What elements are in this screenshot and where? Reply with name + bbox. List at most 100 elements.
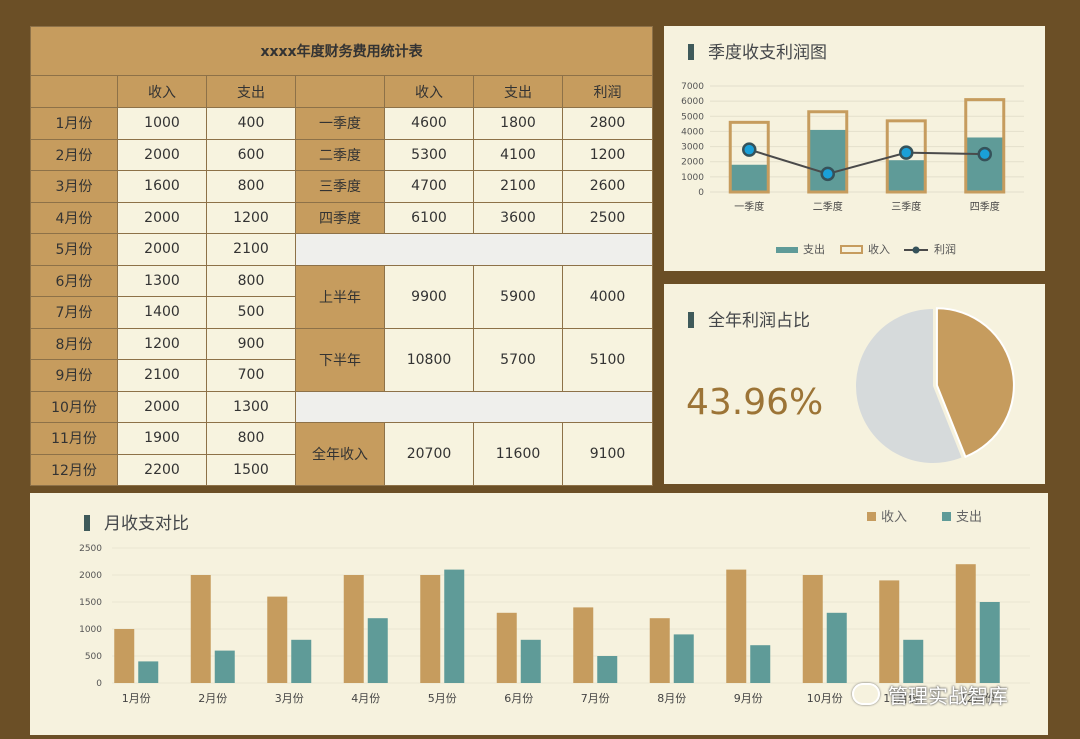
table-row: 5月份 2000 2100 bbox=[30, 233, 654, 266]
expense-bar bbox=[965, 137, 1004, 192]
x-tick-label: 2月份 bbox=[198, 692, 227, 705]
month-income: 1200 bbox=[117, 327, 207, 360]
month-label: 7月份 bbox=[30, 296, 118, 329]
profit-share-panel: 全年利润占比 43.96% bbox=[664, 284, 1045, 484]
watermark: 管理实战智库 bbox=[852, 680, 1008, 709]
income-bar bbox=[496, 612, 517, 683]
x-tick-label: 二季度 bbox=[813, 200, 843, 213]
y-tick-label: 2000 bbox=[79, 571, 102, 581]
quarter-income: 4700 bbox=[384, 170, 474, 203]
expense-bar bbox=[214, 650, 235, 683]
y-tick-label: 7000 bbox=[681, 82, 704, 92]
x-tick-label: 8月份 bbox=[657, 692, 686, 705]
quarter-expense: 2100 bbox=[473, 170, 563, 203]
income-bar bbox=[190, 575, 211, 683]
quarter-label: 四季度 bbox=[295, 201, 385, 234]
y-tick-label: 500 bbox=[85, 652, 102, 662]
x-tick-label: 4月份 bbox=[351, 692, 380, 705]
month-expense: 600 bbox=[206, 138, 296, 171]
month-expense: 1500 bbox=[206, 453, 296, 486]
y-tick-label: 6000 bbox=[681, 97, 704, 107]
header-expense: 支出 bbox=[206, 75, 296, 108]
header-expense-2: 支出 bbox=[473, 75, 563, 108]
half-income: 10800 bbox=[384, 327, 474, 392]
quarter-expense: 4100 bbox=[473, 138, 563, 171]
table-row: 4月份 2000 1200 四季度 6100 3600 2500 bbox=[30, 201, 654, 234]
x-tick-label: 5月份 bbox=[428, 692, 457, 705]
month-income: 2000 bbox=[117, 233, 207, 266]
y-tick-label: 0 bbox=[96, 679, 102, 689]
y-tick-label: 0 bbox=[698, 188, 704, 198]
month-label: 8月份 bbox=[30, 327, 118, 360]
table-row: 1月份 1000 400 一季度 4600 1800 2800 bbox=[30, 107, 654, 140]
x-tick-label: 3月份 bbox=[275, 692, 304, 705]
y-tick-label: 2000 bbox=[681, 158, 704, 168]
header-blank-2 bbox=[295, 75, 385, 108]
header-income: 收入 bbox=[117, 75, 207, 108]
income-bar bbox=[879, 580, 900, 683]
table-title: xxxx年度财务费用统计表 bbox=[29, 26, 654, 76]
quarter-expense: 1800 bbox=[473, 107, 563, 140]
month-expense: 800 bbox=[206, 170, 296, 203]
wechat-icon bbox=[852, 683, 880, 705]
spacer-row bbox=[294, 390, 654, 423]
quarter-income: 6100 bbox=[384, 201, 474, 234]
y-tick-label: 5000 bbox=[681, 112, 704, 122]
income-bar bbox=[343, 575, 364, 683]
profit-point bbox=[977, 146, 992, 162]
month-income: 2000 bbox=[117, 138, 207, 171]
month-income: 2100 bbox=[117, 359, 207, 392]
profit-point bbox=[742, 142, 757, 157]
legend-expense-swatch bbox=[942, 512, 951, 521]
month-expense: 1200 bbox=[206, 201, 296, 234]
table-row: 11月份 1900 800 全年收入 20700 11600 9100 bbox=[30, 422, 654, 486]
annual-label: 全年收入 bbox=[295, 422, 385, 486]
month-expense: 1300 bbox=[206, 390, 296, 423]
legend-expense-swatch bbox=[776, 247, 798, 253]
y-tick-label: 1500 bbox=[79, 598, 102, 608]
month-income: 1600 bbox=[117, 170, 207, 203]
legend-income-swatch bbox=[840, 245, 863, 254]
month-label: 2月份 bbox=[30, 138, 118, 171]
y-tick-label: 2500 bbox=[79, 544, 102, 554]
month-label: 1月份 bbox=[30, 107, 118, 140]
quarter-label: 一季度 bbox=[295, 107, 385, 140]
income-bar bbox=[726, 569, 747, 683]
month-label: 4月份 bbox=[30, 201, 118, 234]
y-tick-label: 4000 bbox=[681, 127, 704, 137]
legend-expense-label: 支出 bbox=[803, 242, 825, 256]
month-income: 1400 bbox=[117, 296, 207, 329]
legend-profit-label: 利润 bbox=[934, 242, 956, 256]
expense-bar bbox=[367, 618, 388, 683]
half-income: 9900 bbox=[384, 264, 474, 329]
expense-bar bbox=[291, 639, 312, 683]
month-label: 3月份 bbox=[30, 170, 118, 203]
half-expense: 5700 bbox=[473, 327, 563, 392]
month-label: 12月份 bbox=[30, 453, 118, 486]
month-income: 1900 bbox=[117, 422, 207, 455]
x-tick-label: 9月份 bbox=[734, 692, 763, 705]
quarter-label: 二季度 bbox=[295, 138, 385, 171]
expense-bar bbox=[808, 129, 847, 192]
expense-bar bbox=[673, 634, 694, 683]
expense-bar bbox=[520, 639, 541, 683]
expense-bar bbox=[750, 645, 771, 683]
y-tick-label: 3000 bbox=[681, 143, 704, 153]
quarter-profit: 2800 bbox=[561, 107, 654, 140]
expense-bar bbox=[444, 569, 465, 683]
quarter-profit: 1200 bbox=[561, 138, 654, 171]
x-tick-label: 四季度 bbox=[970, 200, 1000, 213]
x-tick-label: 1月份 bbox=[122, 692, 151, 705]
x-tick-label: 6月份 bbox=[504, 692, 533, 705]
x-tick-label: 三季度 bbox=[891, 200, 921, 213]
expense-bar bbox=[826, 612, 847, 683]
x-tick-label: 10月份 bbox=[807, 692, 843, 705]
month-expense: 2100 bbox=[206, 233, 296, 266]
annual-expense: 11600 bbox=[473, 422, 563, 486]
month-label: 9月份 bbox=[30, 359, 118, 392]
finance-table: xxxx年度财务费用统计表 收入 支出 收入 支出 利润 1月份 1000 40… bbox=[29, 26, 654, 486]
month-label: 11月份 bbox=[30, 422, 118, 455]
header-blank bbox=[30, 75, 118, 108]
month-label: 10月份 bbox=[30, 390, 118, 423]
table-row: 10月份 2000 1300 bbox=[30, 390, 654, 423]
